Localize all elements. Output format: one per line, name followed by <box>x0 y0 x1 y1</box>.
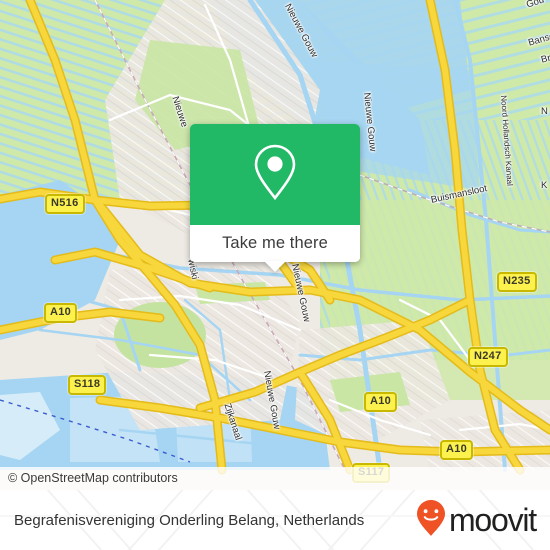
map-screenshot: N516 A10 S118 N235 N247 A10 A10 S117 Nie… <box>0 0 550 550</box>
popup-pointer <box>264 261 286 272</box>
map-viewport[interactable]: N516 A10 S118 N235 N247 A10 A10 S117 Nie… <box>0 0 550 490</box>
popup-card-footer[interactable]: Take me there <box>190 225 360 272</box>
map-attribution[interactable]: © OpenStreetMap contributors <box>0 467 550 490</box>
road-shield: N247 <box>468 347 508 367</box>
moovit-pin-icon <box>416 499 446 542</box>
moovit-wordmark: moovit <box>448 502 537 538</box>
popup-card-header <box>190 124 360 225</box>
road-shield: N516 <box>45 194 85 214</box>
road-shield: N235 <box>497 272 537 292</box>
footer-bar: Begrafenisvereniging Onderling Belang, N… <box>0 490 550 550</box>
location-popup-card[interactable]: Take me there <box>190 124 360 272</box>
map-pin-icon <box>251 142 299 207</box>
moovit-logo[interactable]: moovit <box>416 499 537 542</box>
road-shield: A10 <box>44 303 78 323</box>
road-shield: S118 <box>68 375 107 395</box>
road-shield: A10 <box>440 440 474 460</box>
road-shield: A10 <box>364 392 398 412</box>
place-title: Begrafenisvereniging Onderling Belang, N… <box>14 511 365 529</box>
take-me-there-label: Take me there <box>222 234 328 252</box>
